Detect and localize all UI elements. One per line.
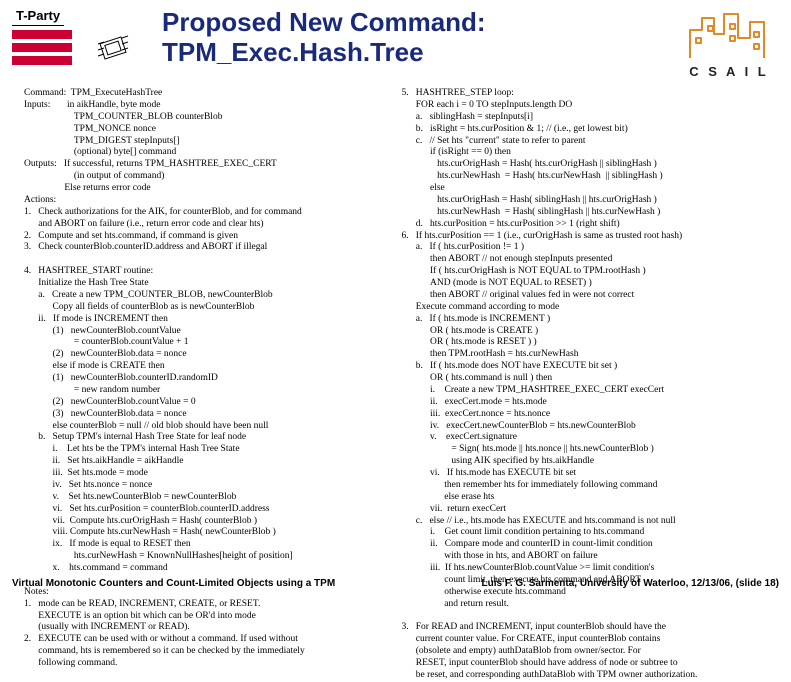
footer-left: Virtual Monotonic Counters and Count-Lim… (12, 578, 335, 589)
title-line-2: TPM_Exec.Hash.Tree (162, 38, 679, 68)
body-right-column: 5. HASHTREE_STEP loop: FOR each i = 0 TO… (396, 88, 774, 565)
csail-buildings-icon (684, 8, 774, 60)
title-line-1: Proposed New Command: (162, 8, 679, 38)
body-left-column: Command: TPM_ExecuteHashTree Inputs: in … (18, 88, 396, 565)
tparty-label: T-Party (12, 8, 64, 26)
footer-right: Luis F. G. Sarmenta, University of Water… (481, 578, 779, 589)
slide-body: Command: TPM_ExecuteHashTree Inputs: in … (18, 88, 773, 565)
slide-footer: Virtual Monotonic Counters and Count-Lim… (0, 578, 791, 589)
csail-label: C S A I L (689, 64, 768, 79)
csail-logo: C S A I L (679, 8, 779, 79)
chip-icon (92, 32, 134, 68)
tparty-logo: T-Party (12, 8, 142, 65)
tparty-bars-icon (12, 30, 72, 65)
title-block: Proposed New Command: TPM_Exec.Hash.Tree (142, 8, 679, 68)
slide-header: T-Party Proposed New Command: TPM_Exec.H… (0, 0, 791, 83)
